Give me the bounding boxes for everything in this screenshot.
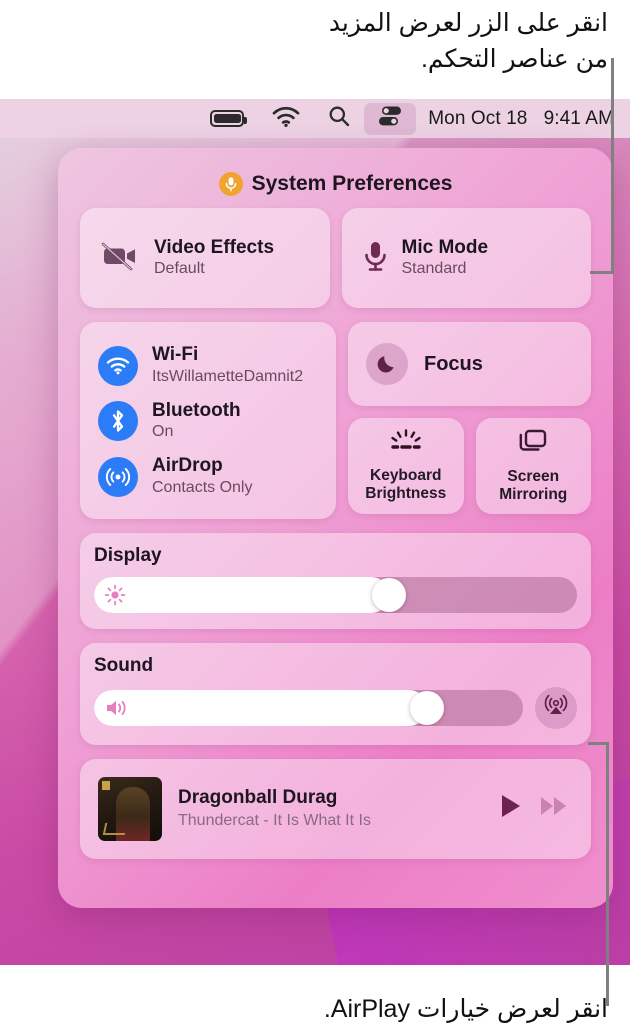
screen-mirroring-label: Screen Mirroring [499, 467, 568, 503]
keyboard-brightness-label: Keyboard Brightness [365, 466, 447, 502]
display-slider-knob[interactable] [372, 577, 407, 612]
screen-mirroring-icon [516, 428, 550, 461]
sound-slider-row [94, 686, 577, 729]
airdrop-title: AirDrop [152, 455, 223, 477]
callout-text-bottom: انقر لعرض خيارات AirPlay. [323, 995, 608, 1023]
callout-text-top: انقر على الزر لعرض المزيد من عناصر التحك… [328, 9, 608, 73]
video-effects-title: Video Effects [154, 236, 275, 258]
sidebar-item-wifi[interactable]: Wi-Fi ItsWillametteDamnit2 [80, 338, 336, 394]
microphone-icon [218, 172, 243, 196]
sound-label: Sound [94, 654, 154, 676]
mic-mode-subtitle: Standard [401, 260, 467, 278]
control-center-icon [378, 105, 402, 132]
track-info: Dragonball Durag Thundercat - It Is What… [178, 786, 483, 832]
display-label: Display [94, 544, 162, 566]
microphone-icon [362, 239, 388, 278]
video-effects-tile[interactable]: Video Effects Default [80, 208, 330, 308]
search-icon [328, 105, 350, 132]
mic-mode-tile[interactable]: Mic Mode Standard [341, 208, 591, 308]
keyboard-brightness-icon [387, 429, 425, 460]
moon-icon [366, 343, 408, 385]
bluetooth-icon [98, 401, 138, 442]
control-center-panel: System Preferences Video Effects Default [58, 148, 613, 908]
album-artwork[interactable] [98, 776, 162, 841]
track-artist-album: Thundercat - It Is What It Is [178, 812, 371, 830]
track-title: Dragonball Durag [178, 786, 338, 808]
connectivity-card: Wi-Fi ItsWillametteDamnit2 Bluetooth On [80, 322, 336, 519]
sound-volume-slider[interactable] [94, 689, 523, 726]
wifi-icon [272, 106, 300, 132]
video-controls-row: Video Effects Default Mic Mode Standard [70, 208, 601, 308]
menubar-clock[interactable]: Mon Oct 18 9:41 AM [416, 108, 614, 130]
speaker-icon [104, 698, 132, 718]
airplay-audio-icon [543, 692, 569, 723]
display-brightness-slider[interactable] [94, 576, 577, 613]
display-card: Display [80, 532, 591, 629]
video-effects-subtitle: Default [154, 260, 205, 278]
control-center-title-row: System Preferences [70, 160, 601, 208]
menubar-wifi[interactable] [258, 103, 314, 135]
mic-mode-title: Mic Mode [401, 236, 489, 258]
airdrop-icon [98, 456, 138, 497]
callout-leader-line-airplay [606, 742, 609, 1006]
page-title: System Preferences [251, 172, 453, 195]
airdrop-text: AirDrop Contacts Only [152, 455, 252, 499]
right-column: Focus Keyboard Brightness Screen Mirrori… [348, 322, 591, 514]
now-playing-card: Dragonball Durag Thundercat - It Is What… [80, 758, 591, 859]
sidebar-item-bluetooth[interactable]: Bluetooth On [80, 394, 336, 450]
sound-slider-knob[interactable] [410, 690, 444, 725]
brightness-icon [104, 584, 126, 606]
player-controls [499, 793, 573, 824]
callout-leader-line-top [611, 58, 614, 274]
bluetooth-text: Bluetooth On [152, 400, 241, 444]
battery-icon [210, 110, 248, 127]
bluetooth-status: On [152, 423, 174, 441]
wifi-network-name: ItsWillametteDamnit2 [152, 367, 304, 385]
video-off-icon [100, 240, 140, 277]
artwork-signature [102, 822, 128, 835]
sound-card: Sound [80, 642, 591, 745]
focus-label: Focus [424, 352, 483, 375]
middle-row: Wi-Fi ItsWillametteDamnit2 Bluetooth On [70, 322, 601, 519]
menubar-battery[interactable] [196, 103, 258, 135]
wifi-icon [98, 345, 138, 386]
focus-tile[interactable]: Focus [348, 322, 591, 406]
artwork-badge [102, 780, 110, 790]
menu-bar: Mon Oct 18 9:41 AM [0, 99, 630, 138]
fast-forward-button[interactable] [539, 794, 569, 823]
fast-forward-icon [541, 797, 566, 816]
wifi-title: Wi-Fi [152, 344, 199, 365]
airdrop-status: Contacts Only [152, 478, 253, 496]
wifi-text: Wi-Fi ItsWillametteDamnit2 [152, 344, 303, 388]
sidebar-item-airdrop[interactable]: AirDrop Contacts Only [80, 449, 336, 505]
callout-leader-hook-airplay [588, 742, 609, 745]
keyboard-brightness-tile[interactable]: Keyboard Brightness [348, 418, 464, 514]
small-tiles-row: Keyboard Brightness Screen Mirroring [348, 418, 591, 514]
display-slider-fill [94, 576, 390, 613]
screenshot-root: انقر على الزر لعرض المزيد من عناصر التحك… [0, 0, 630, 1032]
airplay-button[interactable] [535, 686, 577, 729]
menubar-control-center-button[interactable] [364, 102, 417, 135]
screen-mirroring-tile[interactable]: Screen Mirroring [475, 418, 591, 514]
bluetooth-title: Bluetooth [152, 399, 241, 421]
menubar-search[interactable] [314, 103, 364, 135]
mic-mode-text: Mic Mode Standard [402, 236, 489, 281]
play-icon [502, 795, 520, 818]
play-button[interactable] [499, 793, 523, 824]
callout-leader-hook-top [590, 271, 614, 274]
video-effects-text: Video Effects Default [154, 236, 274, 281]
display-slider-row [94, 576, 577, 613]
sound-slider-fill [94, 689, 427, 726]
